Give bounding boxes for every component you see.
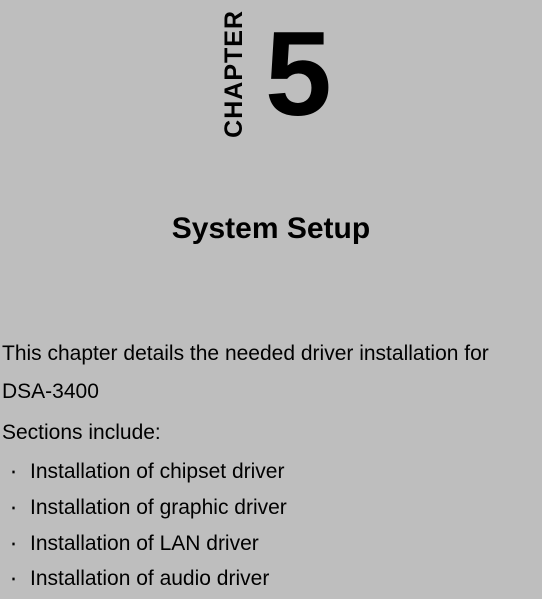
list-item: Installation of chipset driver: [2, 454, 540, 490]
chapter-number: 5: [265, 14, 332, 134]
sections-label: Sections include:: [2, 415, 540, 451]
intro-section: This chapter details the needed driver i…: [0, 335, 542, 597]
list-item: Installation of graphic driver: [2, 490, 540, 526]
chapter-title: System Setup: [0, 212, 542, 246]
chapter-header: CHAPTER 5: [220, 10, 332, 138]
list-item: Installation of audio driver: [2, 561, 540, 597]
intro-text: This chapter details the needed driver i…: [2, 335, 540, 411]
list-item: Installation of LAN driver: [2, 526, 540, 562]
chapter-label: CHAPTER: [220, 10, 249, 138]
bullet-list: Installation of chipset driver Installat…: [2, 454, 540, 597]
